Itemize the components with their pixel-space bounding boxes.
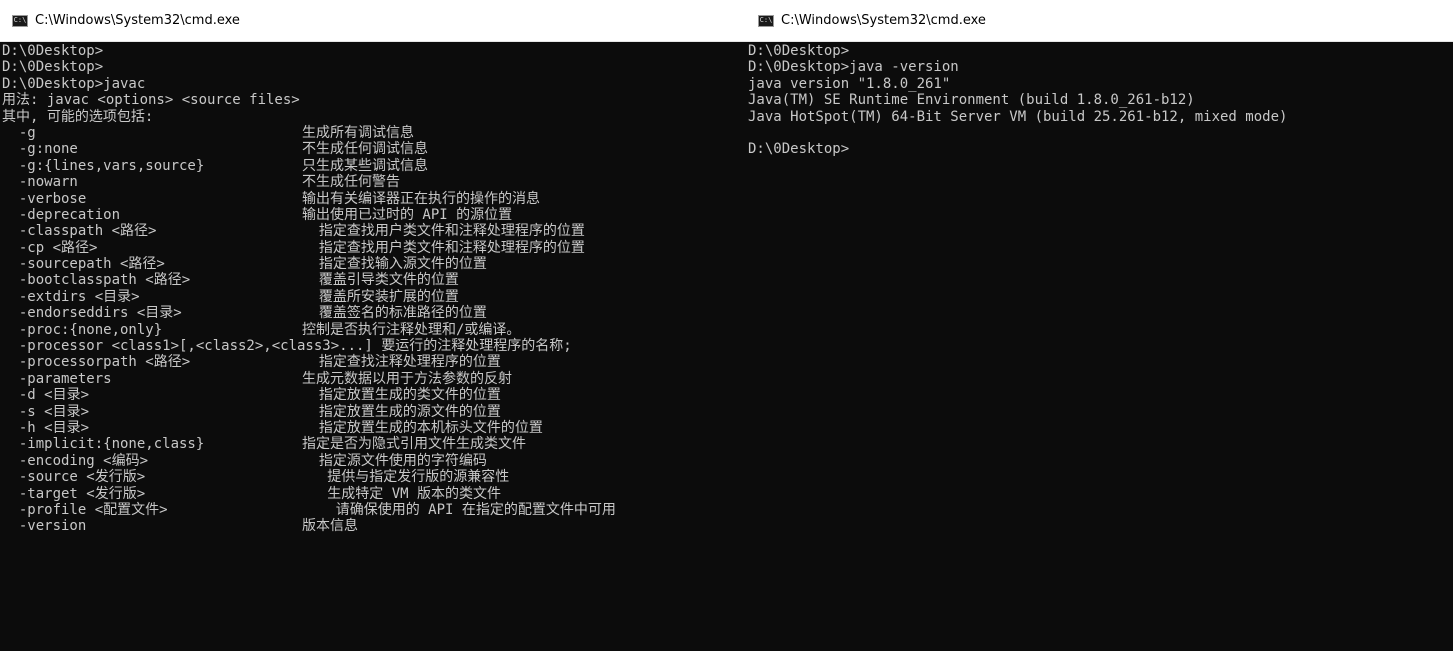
- option-row: -encoding <编码> 指定源文件使用的字符编码: [2, 453, 755, 469]
- option-description: 指定源文件使用的字符编码: [302, 452, 487, 469]
- option-row: -g:{lines,vars,source} 只生成某些调试信息: [2, 158, 755, 174]
- option-row: -processor <class1>[,<class2>,<class3>..…: [2, 338, 755, 354]
- option-row: -classpath <路径> 指定查找用户类文件和注释处理程序的位置: [2, 223, 755, 239]
- console-line: Java(TM) SE Runtime Environment (build 1…: [748, 92, 1195, 109]
- option-row: -processorpath <路径> 指定查找注释处理程序的位置: [2, 354, 755, 370]
- option-description: 版本信息: [302, 518, 358, 535]
- option-row: -bootclasspath <路径> 覆盖引导类文件的位置: [2, 272, 755, 288]
- option-description: 生成元数据以用于方法参数的反射: [302, 370, 512, 387]
- option-flag: -proc:{none,only}: [2, 321, 163, 338]
- option-flag: -source <发行版>: [2, 469, 146, 486]
- option-row: -d <目录> 指定放置生成的类文件的位置: [2, 387, 755, 403]
- option-row: -parameters 生成元数据以用于方法参数的反射: [2, 371, 755, 387]
- option-flag: -h <目录>: [2, 419, 90, 436]
- window-title: C:\Windows\System32\cmd.exe: [781, 13, 986, 28]
- option-row: -cp <路径> 指定查找用户类文件和注释处理程序的位置: [2, 240, 755, 256]
- title-bar[interactable]: C:\ C:\Windows\System32\cmd.exe: [746, 0, 1453, 42]
- option-row: -g:none 不生成任何调试信息: [2, 141, 755, 157]
- option-flag: -g: [2, 124, 36, 141]
- option-row: -g 生成所有调试信息: [2, 125, 755, 141]
- option-flag: -target <发行版>: [2, 485, 146, 502]
- option-description: 覆盖签名的标准路径的位置: [302, 305, 487, 322]
- option-flag: -d <目录>: [2, 387, 90, 404]
- option-flag: -version: [2, 518, 87, 535]
- option-flag: -endorseddirs <目录>: [2, 305, 182, 322]
- option-description: 覆盖引导类文件的位置: [302, 272, 459, 289]
- option-row: -nowarn 不生成任何警告: [2, 174, 755, 190]
- option-description: 生成特定 VM 版本的类文件: [302, 485, 502, 502]
- option-flag: -encoding <编码>: [2, 452, 149, 469]
- cmd-icon: C:\: [12, 14, 28, 27]
- option-flag: -cp <路径>: [2, 239, 98, 256]
- option-flag: -s <目录>: [2, 403, 90, 420]
- option-description: 覆盖所安装扩展的位置: [302, 288, 459, 305]
- console-line: D:\0Desktop>java -version: [748, 59, 959, 76]
- option-flag: -g:none: [2, 141, 78, 158]
- option-row: -s <目录> 指定放置生成的源文件的位置: [2, 404, 755, 420]
- option-description: 输出有关编译器正在执行的操作的消息: [302, 190, 540, 207]
- console-line: D:\0Desktop>: [2, 59, 104, 76]
- console-line: D:\0Desktop>: [748, 141, 850, 158]
- option-flag: -deprecation: [2, 206, 121, 223]
- option-flag: -processor <class1>[,<class2>,<class3>..…: [2, 338, 373, 355]
- option-flag: -profile <配置文件>: [2, 501, 168, 518]
- option-row: -deprecation 输出使用已过时的 API 的源位置: [2, 207, 755, 223]
- option-description: 只生成某些调试信息: [302, 157, 428, 174]
- option-row: -extdirs <目录> 覆盖所安装扩展的位置: [2, 289, 755, 305]
- option-flag: -extdirs <目录>: [2, 288, 140, 305]
- option-flag: -nowarn: [2, 174, 78, 191]
- cmd-icon: C:\: [758, 14, 774, 27]
- option-description: 指定查找用户类文件和注释处理程序的位置: [302, 223, 585, 240]
- option-row: -target <发行版> 生成特定 VM 版本的类文件: [2, 486, 755, 502]
- option-description: 提供与指定发行版的源兼容性: [302, 469, 510, 486]
- option-row: -verbose 输出有关编译器正在执行的操作的消息: [2, 191, 755, 207]
- option-row: -implicit:{none,class} 指定是否为隐式引用文件生成类文件: [2, 436, 755, 452]
- option-row: -h <目录> 指定放置生成的本机标头文件的位置: [2, 420, 755, 436]
- console-line: java version "1.8.0_261": [748, 75, 951, 92]
- option-description: 不生成任何警告: [302, 174, 400, 191]
- option-row: -version 版本信息: [2, 518, 755, 534]
- console-line: D:\0Desktop>javac: [2, 75, 146, 92]
- option-description: 指定放置生成的类文件的位置: [302, 387, 501, 404]
- option-flag: -implicit:{none,class}: [2, 436, 205, 453]
- option-description: 指定是否为隐式引用文件生成类文件: [302, 436, 526, 453]
- window-title: C:\Windows\System32\cmd.exe: [35, 13, 240, 28]
- console-line: D:\0Desktop>: [2, 43, 104, 59]
- option-description: 输出使用已过时的 API 的源位置: [302, 206, 513, 223]
- cmd-window-left[interactable]: C:\ C:\Windows\System32\cmd.exe D:\0Desk…: [0, 0, 756, 651]
- option-description: 指定放置生成的源文件的位置: [302, 403, 501, 420]
- title-bar[interactable]: C:\ C:\Windows\System32\cmd.exe: [0, 0, 755, 42]
- option-flag: -verbose: [2, 190, 87, 207]
- console-line: D:\0Desktop>: [748, 43, 850, 59]
- option-description: 指定查找输入源文件的位置: [302, 256, 487, 273]
- option-description: 指定查找用户类文件和注释处理程序的位置: [302, 239, 585, 256]
- option-row: -profile <配置文件> 请确保使用的 API 在指定的配置文件中可用: [2, 502, 755, 518]
- console-line: Java HotSpot(TM) 64-Bit Server VM (build…: [748, 108, 1288, 125]
- option-description: 指定查找注释处理程序的位置: [302, 354, 501, 371]
- option-description: 控制是否执行注释处理和/或编译。: [302, 321, 521, 338]
- option-row: -source <发行版> 提供与指定发行版的源兼容性: [2, 469, 755, 485]
- cmd-window-right[interactable]: C:\ C:\Windows\System32\cmd.exe D:\0Desk…: [746, 0, 1453, 651]
- option-description: 指定放置生成的本机标头文件的位置: [302, 419, 543, 436]
- option-flag: -processorpath <路径>: [2, 354, 191, 371]
- option-flag: -g:{lines,vars,source}: [2, 157, 205, 174]
- option-description: 请确保使用的 API 在指定的配置文件中可用: [302, 501, 616, 518]
- console-output[interactable]: D:\0Desktop> D:\0Desktop>java -version jav…: [746, 42, 1453, 651]
- option-row: -sourcepath <路径> 指定查找输入源文件的位置: [2, 256, 755, 272]
- option-flag: -classpath <路径>: [2, 223, 157, 240]
- option-row: -endorseddirs <目录> 覆盖签名的标准路径的位置: [2, 305, 755, 321]
- console-output[interactable]: D:\0Desktop> D:\0Desktop> D:\0Desktop>java…: [0, 42, 755, 651]
- option-flag: -sourcepath <路径>: [2, 256, 165, 273]
- option-description: 生成所有调试信息: [302, 124, 414, 141]
- console-line: 其中, 可能的选项包括:: [2, 108, 154, 125]
- option-row: -proc:{none,only} 控制是否执行注释处理和/或编译。: [2, 322, 755, 338]
- console-line: 用法: javac <options> <source files>: [2, 92, 300, 109]
- option-flag: -parameters: [2, 370, 112, 387]
- option-description: 要运行的注释处理程序的名称;: [372, 338, 572, 355]
- option-description: 不生成任何调试信息: [302, 141, 428, 158]
- option-flag: -bootclasspath <路径>: [2, 272, 191, 289]
